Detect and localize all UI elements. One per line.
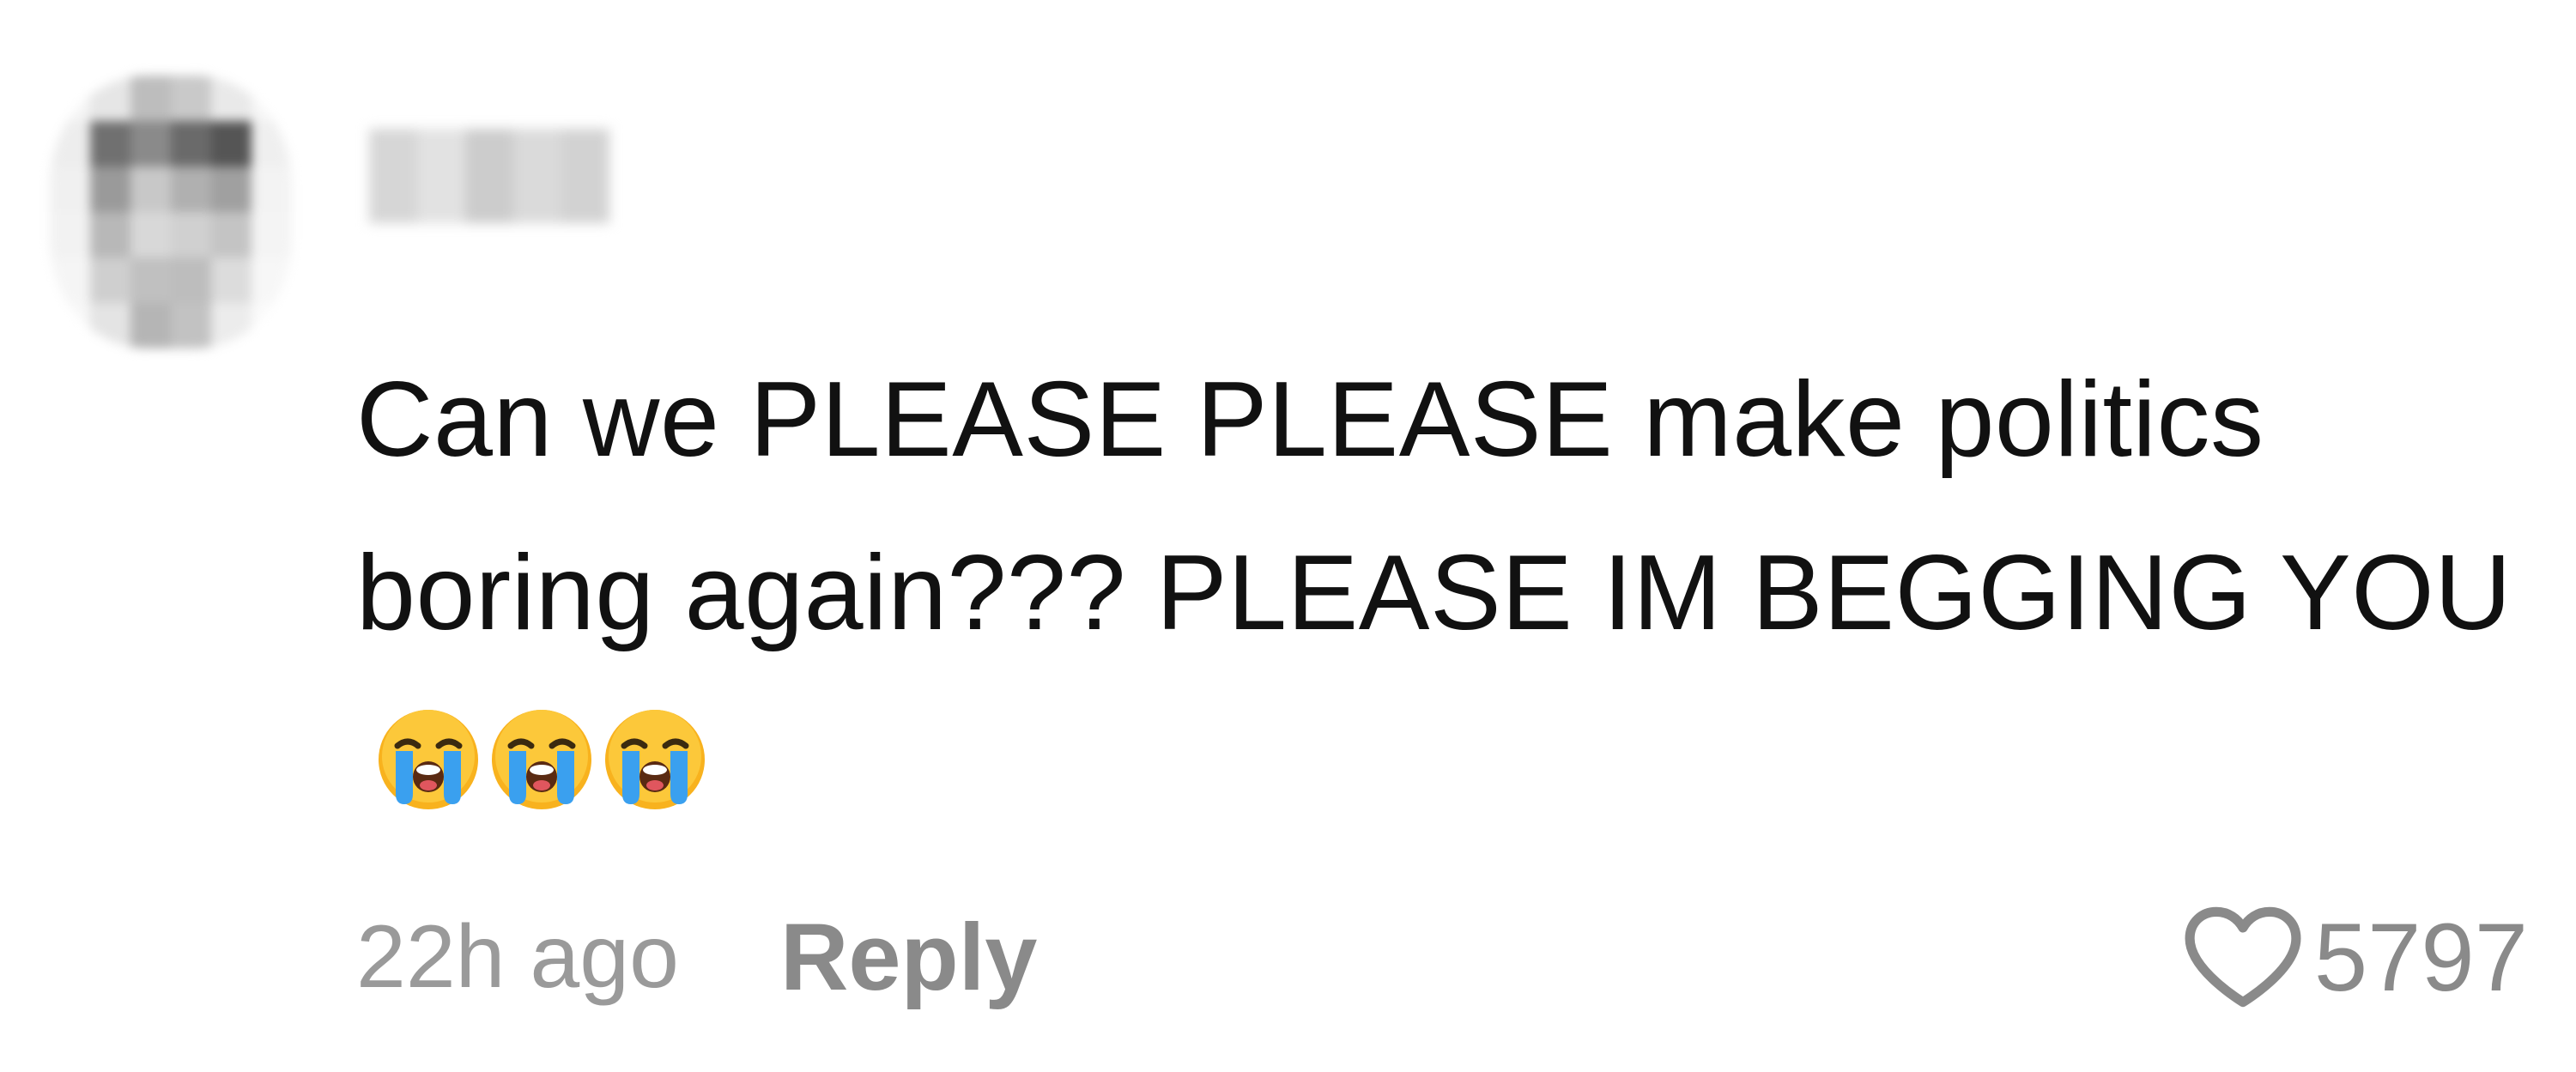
loudly-crying-face-icon [487,705,597,815]
comment-item: Can we PLEASE PLEASE make politics borin… [0,0,2576,1072]
reply-button[interactable]: Reply [780,903,1038,1012]
comment-body: Can we PLEASE PLEASE make politics borin… [356,360,2512,652]
like-button[interactable]: 5797 [2179,901,2528,1013]
comment-meta: 22h ago Reply [356,901,1037,1013]
loudly-crying-face-icon [373,705,483,815]
loudly-crying-face-icon [600,705,710,815]
avatar[interactable] [50,76,292,348]
timestamp: 22h ago [356,906,679,1007]
username-redacted[interactable] [369,129,609,223]
heart-outline-icon[interactable] [2179,901,2307,1013]
like-count: 5797 [2313,903,2528,1011]
emoji-group [373,692,713,865]
comment-text: Can we PLEASE PLEASE make politics borin… [356,333,2537,865]
